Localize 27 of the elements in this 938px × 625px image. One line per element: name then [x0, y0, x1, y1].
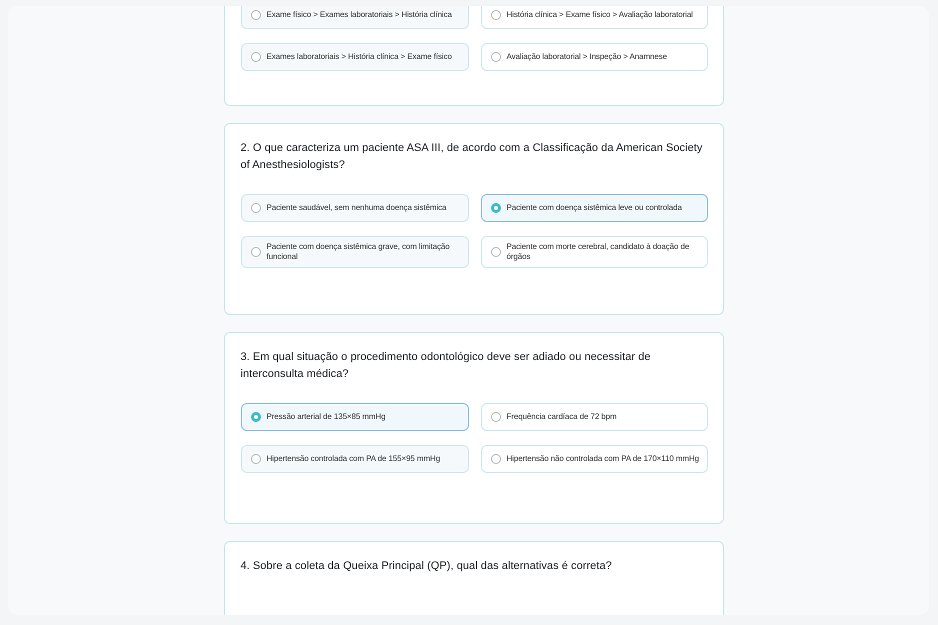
answer-option[interactable]: Hipertensão não controlada com PA de 170×110 mmHg — [480, 445, 708, 473]
radio-button[interactable] — [490, 247, 500, 257]
radio-button[interactable] — [490, 203, 500, 213]
answer-option[interactable]: Exames laboratoriais > História clínica > Exame físico — [240, 43, 468, 71]
radio-button[interactable] — [490, 454, 500, 464]
answer-option[interactable]: Frequência cardíaca de 72 bpm — [480, 403, 708, 431]
question-text: 3. Em qual situação o procedimento odontológico deve ser adiado ou necessitar de interconsulta médica? — [240, 350, 652, 382]
radio-button[interactable] — [250, 52, 260, 62]
radio-button[interactable] — [490, 412, 500, 422]
question-text: 4. Sobre a coleta da Queixa Principal (QP), qual das alternativas é correta? — [240, 559, 613, 574]
radio-button[interactable] — [250, 203, 260, 213]
answer-option[interactable]: Hipertensão controlada com PA de 155×95 mmHg — [240, 445, 468, 473]
answer-option[interactable]: História clínica > Exame físico > Avaliação laboratorial — [480, 6, 708, 29]
radio-button[interactable] — [250, 10, 260, 20]
answer-option[interactable]: Paciente saudável, sem nenhuma doença sistêmica — [240, 194, 468, 222]
answer-option[interactable]: Paciente com doença sistêmica grave, com limitação funcional — [240, 236, 468, 268]
radio-button[interactable] — [490, 10, 500, 20]
radio-button[interactable] — [250, 412, 260, 422]
radio-button[interactable] — [250, 247, 260, 257]
radio-button[interactable] — [490, 52, 500, 62]
answer-option[interactable]: Paciente com doença sistêmica leve ou controlada — [480, 194, 708, 222]
answer-option[interactable]: Paciente com morte cerebral, candidato à doação de órgãos — [480, 236, 708, 268]
answer-option[interactable]: Avaliação laboratorial > Inspeção > Anamnese — [480, 43, 708, 71]
question-text: 2. O que caracteriza um paciente ASA III, de acordo com a Classificação da American Society of Anesthesiologists? — [240, 141, 704, 173]
answer-option[interactable]: Pressão arterial de 135×85 mmHg — [240, 403, 468, 431]
answer-option[interactable]: Exame físico > Exames laboratoriais > História clínica — [240, 6, 468, 29]
radio-button[interactable] — [250, 454, 260, 464]
